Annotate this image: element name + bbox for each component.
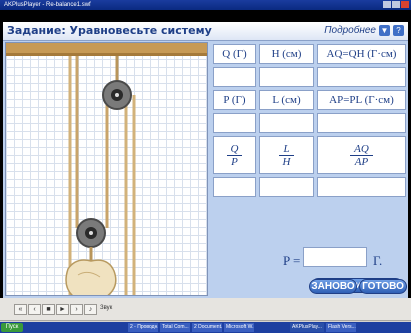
fraction-denominator: AP — [354, 155, 369, 168]
task-title: Задание: Уравновесьте систему — [7, 24, 212, 37]
system-bars: « ‹ ■ ► › ♪ Звук Пуск 2 - Проводн. Total… — [0, 298, 411, 333]
step-back-icon[interactable]: ‹ — [28, 304, 41, 315]
fraction-numerator: AQ — [350, 143, 373, 156]
ceiling-shadow — [6, 53, 207, 56]
fraction-row: Q P L H AQ AP — [213, 136, 406, 174]
taskbar-item-active[interactable]: AKPlusPlay... — [290, 323, 324, 332]
pulley-illustration — [6, 43, 207, 295]
volume-icon[interactable]: ♪ — [84, 304, 97, 315]
col-q-header: Q (Г) — [213, 44, 256, 64]
more-link[interactable]: Подробнее — [324, 25, 376, 36]
p-answer-input[interactable] — [303, 247, 367, 267]
ap-input[interactable] — [317, 113, 406, 133]
fraction-numerator: Q — [226, 143, 243, 156]
taskbar-item[interactable]: 2 - Проводн. — [128, 323, 158, 332]
letterbox-band — [0, 10, 411, 22]
pulley-scene — [5, 42, 208, 296]
maximize-button[interactable] — [392, 1, 400, 8]
again-button[interactable]: ЗАНОВО — [309, 279, 357, 294]
down-arrow-icon[interactable]: ▼ — [379, 25, 390, 36]
col-p-header: P (Г) — [213, 90, 256, 110]
ratio-a-input[interactable] — [317, 177, 406, 197]
rewind-icon[interactable]: « — [14, 304, 27, 315]
input-row-1 — [213, 67, 406, 87]
calc-panel: Q (Г) H (см) AQ=QH (Г·см) P (Г) L (см) A… — [211, 42, 406, 296]
fraction-q-p: Q P — [213, 136, 256, 174]
header-row-1: Q (Г) H (см) AQ=QH (Г·см) — [213, 44, 406, 64]
lower-pulley-axle — [89, 231, 93, 235]
fraction-numerator: L — [279, 143, 294, 156]
fraction-denominator: P — [231, 155, 238, 168]
header-row-2: P (Г) L (см) AP=PL (Г·см) — [213, 90, 406, 110]
col-h-header: H (см) — [259, 44, 314, 64]
input-row-2 — [213, 113, 406, 133]
done-button[interactable]: ГОТОВО — [359, 279, 407, 294]
col-l-header: L (см) — [259, 90, 314, 110]
question-icon[interactable]: ? — [393, 25, 404, 36]
p-input-cell[interactable] — [213, 113, 256, 133]
app-area: Задание: Уравновесьте систему Подробнее … — [3, 22, 408, 298]
l-input[interactable] — [259, 113, 314, 133]
window-controls — [383, 1, 409, 8]
taskbar-item[interactable]: Flash Vers... — [326, 323, 356, 332]
aq-input[interactable] — [317, 67, 406, 87]
col-aq-header: AQ=QH (Г·см) — [317, 44, 406, 64]
play-icon[interactable]: ► — [56, 304, 69, 315]
taskbar-item[interactable]: Total Com... — [160, 323, 190, 332]
step-forward-icon[interactable]: › — [70, 304, 83, 315]
q-input[interactable] — [213, 67, 256, 87]
load-weight — [65, 259, 117, 295]
ceiling-beam — [6, 43, 207, 53]
minimize-button[interactable] — [383, 1, 391, 8]
player-controls: « ‹ ■ ► › ♪ Звук — [0, 298, 411, 321]
stop-icon[interactable]: ■ — [42, 304, 55, 315]
window-titlebar: AKPlusPlayer - Re-balance1.swf — [0, 0, 411, 10]
fraction-aq-ap: AQ AP — [317, 136, 406, 174]
window-title: AKPlusPlayer - Re-balance1.swf — [4, 2, 91, 8]
close-button[interactable] — [401, 1, 409, 8]
sound-label: Звук — [100, 305, 113, 311]
p-unit: Г. — [373, 253, 383, 268]
ratio-qp-input[interactable] — [213, 177, 256, 197]
taskbar-item[interactable]: Microsoft W... — [224, 323, 254, 332]
p-label: P = — [283, 253, 301, 268]
input-row-3 — [213, 177, 406, 197]
h-input[interactable] — [259, 67, 314, 87]
ratio-lh-input[interactable] — [259, 177, 314, 197]
windows-taskbar: Пуск 2 - Проводн. Total Com... 2 Documen… — [0, 322, 411, 333]
fraction-l-h: L H — [259, 136, 314, 174]
upper-pulley-axle — [115, 93, 119, 97]
col-ap-header: AP=PL (Г·см) — [317, 90, 406, 110]
fraction-denominator: H — [282, 155, 291, 168]
start-button[interactable]: Пуск — [1, 323, 23, 332]
task-header: Задание: Уравновесьте систему Подробнее … — [3, 22, 408, 41]
taskbar-item[interactable]: 2 Document... — [192, 323, 222, 332]
